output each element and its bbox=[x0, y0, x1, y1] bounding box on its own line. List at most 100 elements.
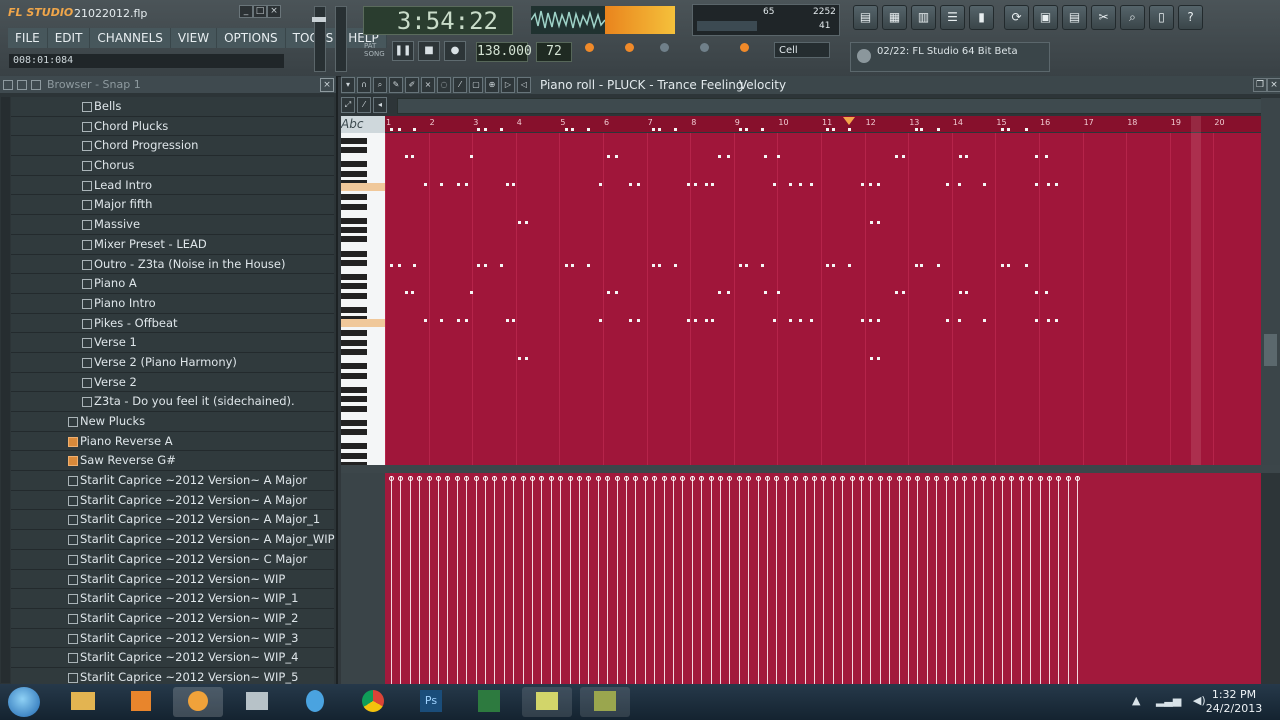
note[interactable] bbox=[484, 264, 487, 267]
note[interactable] bbox=[1035, 183, 1038, 186]
velocity-handle-icon[interactable] bbox=[812, 476, 817, 481]
browser-item[interactable]: Bells bbox=[11, 97, 334, 117]
velocity-bar[interactable] bbox=[436, 476, 441, 684]
note[interactable] bbox=[506, 319, 509, 322]
highlighted-key[interactable] bbox=[341, 183, 385, 191]
note[interactable] bbox=[405, 155, 408, 158]
velocity-bar[interactable] bbox=[680, 476, 686, 684]
note[interactable] bbox=[587, 128, 590, 131]
velocity-bar[interactable] bbox=[1037, 476, 1043, 684]
velocity-handle-icon[interactable] bbox=[586, 476, 592, 481]
velocity-handle-icon[interactable] bbox=[915, 476, 921, 481]
note[interactable] bbox=[484, 128, 487, 131]
slice-icon[interactable]: ⁄ bbox=[453, 77, 467, 93]
velocity-bar[interactable] bbox=[859, 476, 864, 684]
velocity-handle-icon[interactable] bbox=[595, 476, 601, 481]
taskbar-app-excel[interactable] bbox=[464, 687, 514, 717]
velocity-handle-icon[interactable] bbox=[473, 476, 479, 481]
velocity-bar[interactable] bbox=[1047, 476, 1052, 684]
velocity-handle-icon[interactable] bbox=[1065, 476, 1071, 481]
browser-item[interactable]: Verse 2 (Piano Harmony) bbox=[11, 352, 334, 373]
note[interactable] bbox=[946, 319, 949, 322]
note[interactable] bbox=[895, 291, 898, 294]
piano-keyboard[interactable] bbox=[341, 133, 385, 465]
note[interactable] bbox=[718, 155, 721, 158]
loop-led-icon[interactable] bbox=[740, 43, 749, 52]
note[interactable] bbox=[506, 183, 509, 186]
maximize-icon[interactable]: ❐ bbox=[1253, 78, 1267, 92]
menu-file[interactable]: FILE bbox=[8, 28, 48, 48]
note[interactable] bbox=[629, 183, 632, 186]
note[interactable] bbox=[674, 264, 677, 267]
browser-item[interactable]: Starlit Caprice ~2012 Version~ WIP_4 bbox=[11, 648, 334, 668]
playback-icon[interactable]: ▷ bbox=[501, 77, 515, 93]
note[interactable] bbox=[902, 155, 905, 158]
note[interactable] bbox=[1035, 155, 1038, 158]
velocity-handle-icon[interactable] bbox=[774, 476, 780, 481]
velocity-handle-icon[interactable] bbox=[548, 476, 554, 481]
velocity-handle-icon[interactable] bbox=[492, 476, 498, 481]
browser-item[interactable]: Mixer Preset - LEAD bbox=[11, 234, 334, 255]
playlist-icon[interactable]: ▤ bbox=[853, 5, 878, 30]
note[interactable] bbox=[518, 357, 521, 360]
velocity-handle-icon[interactable] bbox=[887, 476, 893, 481]
velocity-handle-icon[interactable] bbox=[445, 476, 451, 481]
velocity-bar[interactable] bbox=[577, 476, 582, 684]
zoom-icon[interactable]: ⌕ bbox=[373, 77, 387, 93]
velocity-bar[interactable] bbox=[501, 476, 507, 684]
browser-close-icon[interactable]: × bbox=[320, 78, 334, 92]
note[interactable] bbox=[629, 319, 632, 322]
note[interactable] bbox=[761, 128, 764, 131]
velocity-handle-icon[interactable] bbox=[1018, 476, 1024, 481]
velocity-handle-icon[interactable] bbox=[718, 476, 723, 481]
note[interactable] bbox=[965, 155, 968, 158]
velocity-handle-icon[interactable] bbox=[746, 476, 752, 481]
velocity-bar[interactable] bbox=[755, 476, 761, 684]
velocity-handle-icon[interactable] bbox=[896, 476, 902, 481]
browser-item[interactable]: Chord Progression bbox=[11, 136, 334, 157]
note[interactable] bbox=[745, 128, 748, 131]
note[interactable] bbox=[718, 291, 721, 294]
note-grid[interactable] bbox=[385, 128, 1261, 465]
velocity-handle-icon[interactable] bbox=[755, 476, 761, 481]
velocity-bar[interactable] bbox=[849, 476, 855, 684]
note[interactable] bbox=[799, 319, 802, 322]
velocity-bar[interactable] bbox=[520, 476, 526, 684]
note[interactable] bbox=[565, 128, 568, 131]
note[interactable] bbox=[745, 264, 748, 267]
note[interactable] bbox=[1047, 319, 1050, 322]
note[interactable] bbox=[1055, 319, 1058, 322]
velocity-bar[interactable] bbox=[718, 476, 723, 684]
note[interactable] bbox=[398, 264, 401, 267]
note[interactable] bbox=[615, 155, 618, 158]
browser-item[interactable]: Pikes - Offbeat bbox=[11, 313, 334, 334]
note[interactable] bbox=[440, 319, 443, 322]
browser-item[interactable]: Starlit Caprice ~2012 Version~ A Major bbox=[11, 471, 334, 491]
note[interactable] bbox=[958, 183, 961, 186]
restore-button[interactable]: □ bbox=[253, 5, 267, 18]
browser-menu-icon[interactable] bbox=[3, 80, 13, 90]
browser-snap-icon[interactable] bbox=[31, 80, 41, 90]
velocity-bar[interactable] bbox=[1000, 476, 1005, 684]
note[interactable] bbox=[637, 319, 640, 322]
note[interactable] bbox=[652, 264, 655, 267]
taskbar-app-explorer[interactable] bbox=[58, 687, 108, 717]
black-key[interactable] bbox=[341, 429, 367, 436]
velocity-bar[interactable] bbox=[765, 476, 770, 684]
black-key[interactable] bbox=[341, 274, 367, 280]
velocity-bar[interactable] bbox=[924, 476, 930, 684]
note[interactable] bbox=[687, 319, 690, 322]
menu-edit[interactable]: EDIT bbox=[47, 28, 91, 48]
velocity-bar[interactable] bbox=[877, 476, 883, 684]
velocity-bar[interactable] bbox=[1056, 476, 1062, 684]
velocity-bar[interactable] bbox=[802, 476, 808, 684]
velocity-bar[interactable] bbox=[605, 476, 611, 684]
velocity-bar[interactable] bbox=[1075, 476, 1081, 684]
browser-item[interactable]: Starlit Caprice ~2012 Version~ A Major bbox=[11, 490, 334, 511]
velocity-handle-icon[interactable] bbox=[708, 476, 714, 481]
note[interactable] bbox=[983, 319, 986, 322]
velocity-bar[interactable] bbox=[407, 476, 413, 684]
mute-icon[interactable]: ◌ bbox=[437, 77, 451, 93]
velocity-handle-icon[interactable] bbox=[1056, 476, 1062, 481]
velocity-bar[interactable] bbox=[840, 476, 846, 684]
